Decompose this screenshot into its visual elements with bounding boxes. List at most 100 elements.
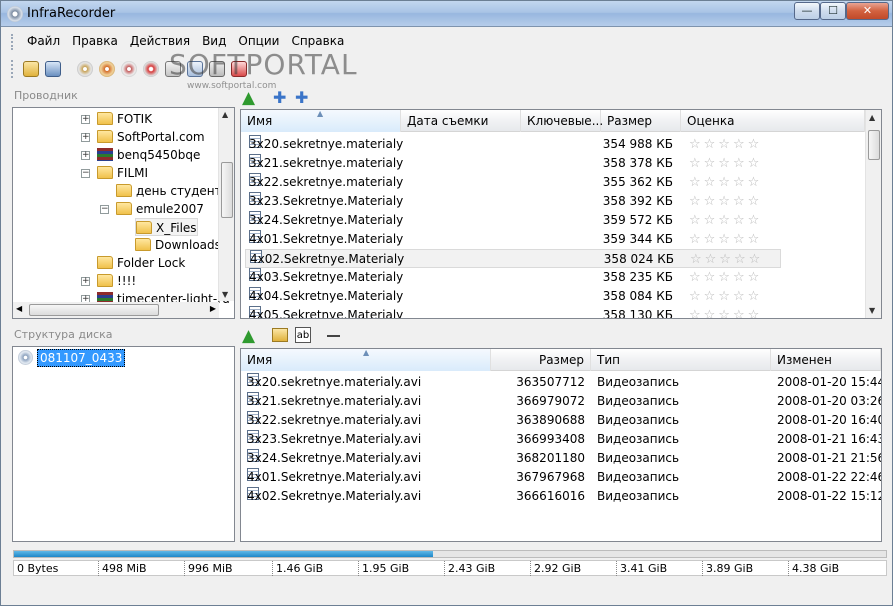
- file-type: Видеозапись: [597, 470, 680, 484]
- file-size: 359 572 КБ: [602, 213, 673, 227]
- collapse-icon[interactable]: −: [100, 205, 109, 214]
- file-size: 359 344 КБ: [602, 232, 673, 246]
- add-icon[interactable]: ✚: [273, 89, 291, 107]
- folder-icon: [136, 221, 152, 234]
- tree-item[interactable]: emule2007: [116, 200, 204, 218]
- collapse-icon[interactable]: −: [81, 169, 90, 178]
- hscroll-thumb[interactable]: [29, 304, 159, 316]
- rating-stars[interactable]: ☆☆☆☆☆: [689, 268, 762, 287]
- remove-icon[interactable]: [327, 335, 340, 337]
- file-row[interactable]: 3x21.sekretnye.materialy 358 378 КБ ☆☆☆☆☆: [245, 154, 781, 173]
- file-row[interactable]: 4x05.Sekretnye.Materialy 358 130 КБ ☆☆☆☆☆: [245, 306, 781, 318]
- folder-icon: [116, 184, 132, 197]
- copy-image-icon[interactable]: [119, 59, 139, 79]
- rating-stars[interactable]: ☆☆☆☆☆: [689, 135, 762, 154]
- tree-item[interactable]: benq5450bqe: [97, 146, 200, 164]
- close-button[interactable]: ✕: [846, 2, 889, 20]
- app-window: InfraRecorder — ☐ ✕ Файл Правка Действия Ви…: [0, 0, 893, 606]
- file-row[interactable]: 3x22.sekretnye.materialy 355 362 КБ ☆☆☆☆☆: [245, 173, 781, 192]
- disc-tree[interactable]: 081107_0433: [12, 346, 235, 542]
- file-row[interactable]: 3x20.sekretnye.materialy 354 988 КБ ☆☆☆☆☆: [245, 135, 781, 154]
- column-modified[interactable]: Изменен: [771, 349, 881, 371]
- copy-disc-icon[interactable]: [97, 59, 117, 79]
- minimize-button[interactable]: —: [794, 2, 820, 20]
- tree-vscroll[interactable]: ▲ ▼: [218, 108, 234, 301]
- add-all-icon[interactable]: ✚: [295, 89, 313, 107]
- rating-stars[interactable]: ☆☆☆☆☆: [689, 192, 762, 211]
- file-row[interactable]: 4x04.Sekretnye.Materialy 358 084 КБ ☆☆☆☆☆: [245, 287, 781, 306]
- disc-file-row[interactable]: 3x23.Sekretnye.Materialy.avi 366993408 Вид…: [245, 430, 881, 449]
- disc-file-row[interactable]: 3x21.sekretnye.materialy.avi 366979072 Вид…: [245, 392, 881, 411]
- erase-disc-icon[interactable]: [141, 59, 161, 79]
- maximize-button[interactable]: ☐: [820, 2, 846, 20]
- disc-icon: [18, 350, 33, 365]
- ruler-tick-label: 498 MiB: [98, 561, 147, 576]
- file-row[interactable]: 3x23.Sekretnye.Materialy 358 392 КБ ☆☆☆☆☆: [245, 192, 781, 211]
- column-keywords[interactable]: Ключевые...: [521, 110, 603, 132]
- scroll-down-icon[interactable]: ▼: [222, 290, 228, 299]
- expand-icon[interactable]: +: [81, 151, 90, 160]
- scroll-right-icon[interactable]: ▶: [210, 304, 216, 313]
- tree-item[interactable]: SoftPortal.com: [97, 128, 205, 146]
- column-type[interactable]: Тип: [591, 349, 771, 371]
- rating-stars[interactable]: ☆☆☆☆☆: [689, 173, 762, 192]
- rating-stars[interactable]: ☆☆☆☆☆: [689, 211, 762, 230]
- tree-item[interactable]: FOTIK: [97, 110, 152, 128]
- file-modified: 2008-01-20 16:40:46: [777, 413, 881, 427]
- tree-item[interactable]: Folder Lock: [97, 254, 185, 272]
- ruler-tick-label: 3.89 GiB: [702, 561, 753, 576]
- tree-item[interactable]: X_Files: [135, 218, 198, 236]
- expand-icon[interactable]: +: [81, 133, 90, 142]
- rating-stars[interactable]: ☆☆☆☆☆: [689, 230, 762, 249]
- rename-icon[interactable]: ab: [295, 327, 311, 343]
- scroll-thumb[interactable]: [221, 162, 233, 218]
- new-folder-icon[interactable]: [272, 328, 288, 342]
- tree-item[interactable]: Downloads: [135, 236, 221, 254]
- disc-file-row[interactable]: 3x24.Sekretnye.Materialy.avi 368201180 Вид…: [245, 449, 881, 468]
- file-row[interactable]: 4x02.Sekretnye.Materialy 358 024 КБ ☆☆☆☆☆: [245, 249, 781, 268]
- scroll-up-icon[interactable]: ▲: [222, 110, 228, 119]
- tree-hscroll[interactable]: ◀ ▶: [13, 302, 219, 318]
- expand-icon[interactable]: +: [81, 277, 90, 286]
- column-size[interactable]: Размер: [601, 110, 681, 132]
- tree-item[interactable]: FILMI: [97, 164, 148, 182]
- disc-root-label[interactable]: 081107_0433: [37, 349, 126, 367]
- rating-stars[interactable]: ☆☆☆☆☆: [689, 154, 762, 173]
- rating-stars[interactable]: ☆☆☆☆☆: [689, 306, 762, 318]
- open-project-icon[interactable]: [21, 59, 41, 79]
- up-level-icon[interactable]: ▲: [242, 89, 260, 107]
- scroll-up-icon[interactable]: ▲: [869, 113, 875, 122]
- disc-file-row[interactable]: 3x22.sekretnye.materialy.avi 363890688 Вид…: [245, 411, 881, 430]
- tree-item[interactable]: !!!!: [97, 272, 136, 290]
- column-rating[interactable]: Оценка: [681, 110, 865, 132]
- column-size[interactable]: Размер: [491, 349, 591, 371]
- rating-stars[interactable]: ☆☆☆☆☆: [689, 287, 762, 306]
- rating-stars[interactable]: ☆☆☆☆☆: [690, 250, 763, 269]
- file-row[interactable]: 3x24.Sekretnye.Materialy 359 572 КБ ☆☆☆☆☆: [245, 211, 781, 230]
- disc-file-row[interactable]: 4x01.Sekretnye.Materialy.avi 367967968 Вид…: [245, 468, 881, 487]
- scroll-thumb[interactable]: [868, 130, 880, 160]
- column-date[interactable]: Дата съемки: [401, 110, 521, 132]
- burn-image-icon[interactable]: [75, 59, 95, 79]
- menu-file[interactable]: Файл: [21, 32, 66, 50]
- disc-file-list[interactable]: Имя Размер Тип Изменен ▲ 3x20.sekretnye.…: [240, 348, 882, 542]
- sort-indicator-icon: ▲: [363, 348, 370, 357]
- title-bar[interactable]: InfraRecorder — ☐ ✕: [1, 1, 892, 27]
- scroll-left-icon[interactable]: ◀: [16, 304, 22, 313]
- save-project-icon[interactable]: [43, 59, 63, 79]
- expand-icon[interactable]: +: [81, 115, 90, 124]
- file-name: 3x24.Sekretnye.Materialy: [249, 213, 404, 227]
- up-level-icon[interactable]: ▲: [242, 327, 260, 345]
- scroll-down-icon[interactable]: ▼: [869, 306, 875, 315]
- file-row[interactable]: 4x01.Sekretnye.Materialy 359 344 КБ ☆☆☆☆☆: [245, 230, 781, 249]
- menu-edit[interactable]: Правка: [66, 32, 124, 50]
- explorer-file-list[interactable]: Имя Дата съемки Ключевые... Размер Оценк…: [240, 109, 882, 319]
- disc-file-row[interactable]: 3x20.sekretnye.materialy.avi 363507712 Вид…: [245, 373, 881, 392]
- file-name: 3x24.Sekretnye.Materialy.avi: [247, 451, 422, 465]
- folder-tree[interactable]: + FOTIK + SoftPortal.com + benq5450bqe − FILMI д…: [12, 107, 235, 319]
- file-row[interactable]: 4x03.Sekretnye.Materialy 358 235 КБ ☆☆☆☆☆: [245, 268, 781, 287]
- disc-file-row[interactable]: 4x02.Sekretnye.Materialy.avi 366616016 Вид…: [245, 487, 881, 506]
- file-list-vscroll[interactable]: ▲ ▼: [865, 110, 881, 318]
- tree-item-label: Folder Lock: [117, 256, 186, 270]
- tree-item[interactable]: день студента: [116, 182, 229, 200]
